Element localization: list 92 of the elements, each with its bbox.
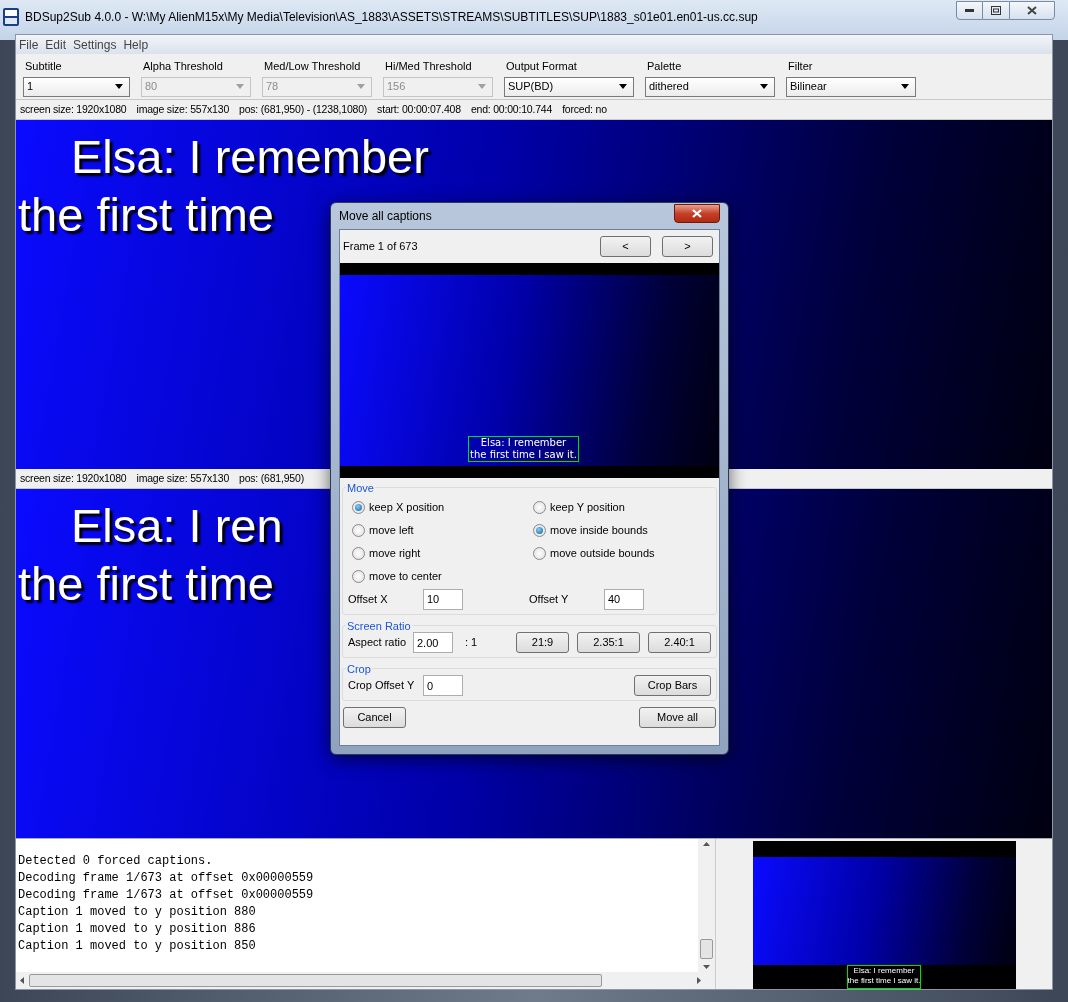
radio-button[interactable] bbox=[352, 524, 365, 537]
field-label: Offset X bbox=[348, 591, 389, 607]
info-text: image size: 557x130 bbox=[136, 101, 230, 117]
move-all-button[interactable]: Move all bbox=[639, 707, 716, 728]
toolbar-label: Med/Low Threshold bbox=[263, 59, 362, 74]
scroll-right-icon bbox=[697, 977, 701, 984]
info-text: end: 00:00:10.744 bbox=[470, 101, 553, 117]
caption-text: the first time bbox=[18, 187, 274, 243]
minimize-icon bbox=[965, 8, 974, 12]
menu-item[interactable]: Help bbox=[123, 35, 149, 54]
caption-text: the first time bbox=[18, 556, 274, 612]
dropdown-caret-icon bbox=[619, 84, 627, 89]
radio-option[interactable]: keep Y position bbox=[533, 496, 625, 519]
frame-counter: Frame 1 of 673 bbox=[343, 239, 418, 255]
aspect-ratio-field[interactable]: 2.00 bbox=[413, 632, 453, 653]
radio-option[interactable]: move right bbox=[352, 542, 421, 565]
toolbar-label: Subtitle bbox=[24, 59, 63, 74]
menu-item[interactable]: Settings bbox=[73, 35, 117, 54]
radio-option[interactable]: move to center bbox=[352, 565, 442, 588]
offset-y-field[interactable]: 40 bbox=[604, 588, 644, 610]
log-line: Detected 0 forced captions. bbox=[18, 853, 213, 870]
caption-text: Elsa: I ren bbox=[71, 498, 283, 554]
dropdown-caret-icon bbox=[115, 84, 123, 89]
caption-text: Elsa: I remember bbox=[479, 437, 568, 449]
toolbar-label: Palette bbox=[646, 59, 683, 74]
close-button[interactable] bbox=[674, 203, 720, 223]
next-frame-button[interactable]: > bbox=[662, 236, 713, 257]
toolbar-label: Filter bbox=[787, 59, 814, 74]
field-label: Crop Offset Y bbox=[348, 678, 416, 694]
log-line: Caption 1 moved to y position 880 bbox=[18, 904, 256, 921]
radio-button[interactable] bbox=[352, 501, 365, 514]
radio-button[interactable] bbox=[533, 501, 546, 514]
ratio-preset-button[interactable]: 2.35:1 bbox=[577, 632, 640, 653]
restore-icon bbox=[991, 5, 1001, 15]
radio-option[interactable]: move left bbox=[352, 519, 414, 542]
log-line: Decoding frame 1/673 at offset 0x00000559 bbox=[18, 870, 314, 887]
log-line: Caption 1 moved to y position 850 bbox=[18, 938, 256, 955]
caption-text: Elsa: I remember bbox=[852, 966, 916, 976]
dialog-title: Move all captions bbox=[339, 208, 432, 225]
info-text: pos: (681,950) - (1238,1080) bbox=[239, 101, 368, 117]
radio-button[interactable] bbox=[352, 547, 365, 560]
dropdown[interactable]: Bilinear bbox=[786, 76, 916, 97]
dropdown[interactable]: dithered bbox=[645, 76, 775, 97]
radio-option[interactable]: keep X position bbox=[352, 496, 445, 519]
crop-bars-button[interactable]: Crop Bars bbox=[634, 675, 711, 696]
close-icon bbox=[1027, 5, 1037, 15]
toolbar-label: Alpha Threshold bbox=[142, 59, 224, 74]
menu-item[interactable]: Edit bbox=[45, 35, 67, 54]
scroll-up-icon bbox=[703, 842, 710, 846]
close-icon bbox=[692, 208, 702, 218]
dropdown-caret-icon bbox=[901, 84, 909, 89]
dropdown-caret-icon bbox=[357, 84, 365, 89]
radio-option[interactable]: move inside bounds bbox=[533, 519, 648, 542]
window-title: BDSup2Sub 4.0.0 - W:\My AlienM15x\My Media\Television\AS_1883\ASSETS\STREAMS\SUBTITLES\SUP\1883_s01e01.en01-us.cc.sup bbox=[25, 9, 758, 26]
ratio-preset-button[interactable]: 21:9 bbox=[516, 632, 569, 653]
scroll-thumb[interactable] bbox=[29, 974, 602, 987]
info-text: pos: (681,950) bbox=[239, 470, 304, 486]
dropdown-caret-icon bbox=[760, 84, 768, 89]
radio-button[interactable] bbox=[533, 547, 546, 560]
ratio-preset-button[interactable]: 2.40:1 bbox=[648, 632, 711, 653]
info-text: screen size: 1920x1080 bbox=[20, 101, 127, 117]
radio-button[interactable] bbox=[352, 570, 365, 583]
previous-frame-button[interactable]: < bbox=[600, 236, 651, 257]
caption-text: the first time I saw it. bbox=[470, 449, 577, 461]
scroll-thumb[interactable] bbox=[700, 939, 713, 959]
horizontal-scrollbar[interactable] bbox=[16, 972, 715, 989]
dropdown[interactable]: SUP(BD) bbox=[504, 76, 634, 97]
vertical-scrollbar[interactable] bbox=[698, 839, 715, 972]
toolbar-label: Output Format bbox=[505, 59, 578, 74]
menu-item[interactable]: File bbox=[19, 35, 39, 54]
field-label: Aspect ratio bbox=[348, 635, 408, 651]
dropdown[interactable]: 1 bbox=[23, 76, 130, 97]
app-logo-icon bbox=[3, 8, 19, 26]
info-text: image size: 557x130 bbox=[136, 470, 230, 486]
info-text: screen size: 1920x1080 bbox=[20, 470, 127, 486]
info-text: forced: no bbox=[562, 101, 607, 117]
log-line: Decoding frame 1/673 at offset 0x00000559 bbox=[18, 887, 314, 904]
scroll-left-icon bbox=[20, 977, 24, 984]
radio-option[interactable]: move outside bounds bbox=[533, 542, 655, 565]
toolbar-label: Hi/Med Threshold bbox=[384, 59, 473, 74]
dropdown-caret-icon bbox=[236, 84, 244, 89]
info-text: start: 00:00:07.408 bbox=[377, 101, 461, 117]
log-line: Caption 1 moved to y position 886 bbox=[18, 921, 256, 938]
ratio-suffix: : 1 bbox=[465, 635, 479, 651]
dropdown-caret-icon bbox=[478, 84, 486, 89]
offset-x-field[interactable]: 10 bbox=[423, 588, 463, 610]
scroll-down-icon bbox=[703, 965, 710, 969]
radio-button[interactable] bbox=[533, 524, 546, 537]
cancel-button[interactable]: Cancel bbox=[343, 707, 406, 728]
caption-text: Elsa: I remember bbox=[71, 129, 429, 185]
field-label: Offset Y bbox=[529, 591, 570, 607]
crop-offset-field[interactable]: 0 bbox=[423, 675, 463, 696]
